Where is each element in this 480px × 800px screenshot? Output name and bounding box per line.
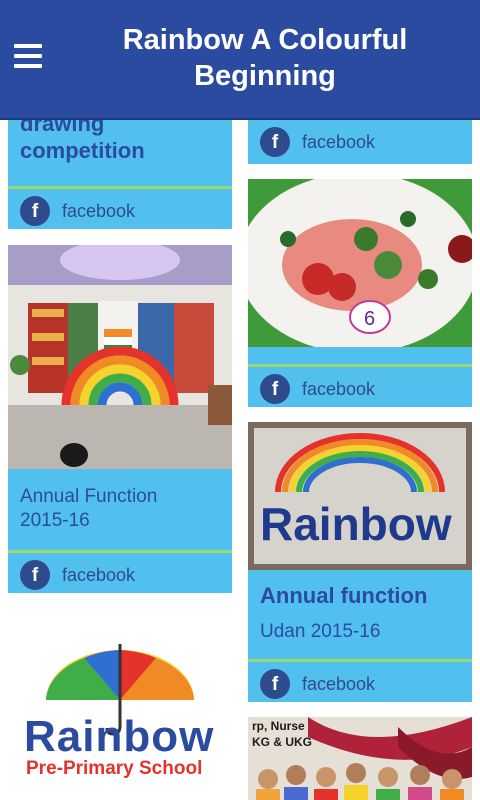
facebook-icon[interactable]: f xyxy=(260,127,290,157)
card-kids-photo[interactable]: rp, Nurse KG & UKG xyxy=(248,717,472,800)
logo-wordmark: Rainbow xyxy=(24,712,215,761)
facebook-share-row[interactable]: f facebook xyxy=(8,550,232,593)
event-photo[interactable]: rp, Nurse KG & UKG xyxy=(248,717,472,800)
facebook-share-row[interactable]: f facebook xyxy=(248,120,472,163)
facebook-icon[interactable]: f xyxy=(20,196,50,226)
app-title-line-1: Rainbow A Colourful xyxy=(122,24,408,56)
card-title-line-1: Annual Function xyxy=(20,486,158,507)
card-food-art[interactable]: 6 f facebook xyxy=(248,179,472,407)
card-title-line-2: 2015-16 xyxy=(20,510,90,531)
banner-text-line-2: KG & UKG xyxy=(252,735,312,749)
feed[interactable]: drawing competition f facebook Annual Fu… xyxy=(0,120,480,800)
facebook-share-label[interactable]: facebook xyxy=(62,201,135,222)
event-photo[interactable]: Rainbow xyxy=(248,422,472,570)
stage-decoration-image xyxy=(8,245,232,469)
facebook-share-row[interactable]: f facebook xyxy=(8,186,232,229)
facebook-share-row[interactable]: f facebook xyxy=(248,659,472,702)
facebook-share-label[interactable]: facebook xyxy=(302,379,375,400)
rangoli-image: Rainbow xyxy=(248,422,472,570)
app-title: Rainbow A Colourful Beginning xyxy=(60,22,470,94)
facebook-share-label[interactable]: facebook xyxy=(302,132,375,153)
facebook-icon[interactable]: f xyxy=(260,374,290,404)
logo-subtitle: Pre-Primary School xyxy=(26,758,203,779)
facebook-icon[interactable]: f xyxy=(260,669,290,699)
card-title-line-2: competition xyxy=(20,138,145,163)
facebook-icon[interactable]: f xyxy=(20,560,50,590)
card-subtitle: Udan 2015-16 xyxy=(260,621,381,642)
salad-decoration-image: 6 xyxy=(248,179,472,347)
event-photo[interactable] xyxy=(8,245,232,469)
facebook-share-label[interactable]: facebook xyxy=(302,674,375,695)
app-bar: Rainbow A Colourful Beginning xyxy=(0,0,480,120)
facebook-share-row[interactable]: f facebook xyxy=(248,364,472,407)
card-annual-function[interactable]: Annual Function 2015-16 f facebook xyxy=(8,245,232,593)
hamburger-menu-icon[interactable] xyxy=(14,44,42,68)
card-title: Annual function xyxy=(260,583,428,608)
app-title-line-2: Beginning xyxy=(194,60,336,92)
svg-text:6: 6 xyxy=(364,308,375,330)
card-annual-function-udan[interactable]: Rainbow Annual function Udan 2015-16 f f… xyxy=(248,422,472,702)
event-photo[interactable]: 6 xyxy=(248,179,472,347)
card-drawing-competition[interactable]: drawing competition f facebook xyxy=(8,120,232,229)
card-top-right[interactable]: f facebook xyxy=(248,120,472,164)
facebook-share-label[interactable]: facebook xyxy=(62,565,135,586)
card-title: drawing competition xyxy=(20,120,145,164)
card-school-logo[interactable]: Rainbow Pre-Primary School xyxy=(8,608,232,800)
rangoli-text: Rainbow xyxy=(260,498,452,550)
card-title-line-1: drawing xyxy=(20,120,105,136)
card-title: Annual Function 2015-16 xyxy=(20,485,157,533)
banner-text-line-1: rp, Nurse xyxy=(252,719,305,733)
